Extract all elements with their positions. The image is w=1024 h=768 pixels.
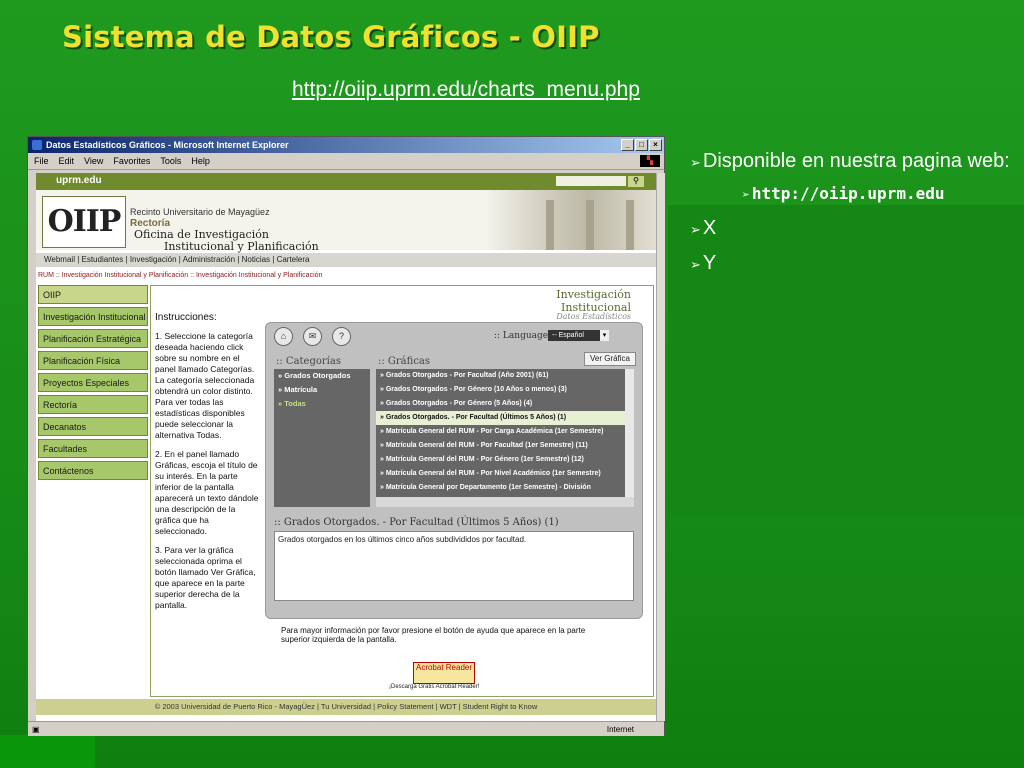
page-scrollbar[interactable]	[656, 173, 665, 721]
description-title: :: Grados Otorgados. - Por Facultad (Últ…	[274, 517, 559, 528]
bullet-url[interactable]: http://oiip.uprm.edu	[752, 184, 945, 203]
arrow-bullet-icon: ➢	[690, 222, 701, 237]
graphs-horizontal-scrollbar[interactable]	[376, 497, 634, 507]
mail-icon[interactable]: ✉	[303, 327, 322, 346]
sidebar-item-contactenos[interactable]: Contáctenos	[38, 461, 148, 480]
charts-app: ⌂ ✉ ? :: Language -- Español ▾ Ver Gráfi…	[265, 322, 643, 619]
page-icon: ▣	[32, 724, 40, 734]
sidebar-item-planificacion-estrategica[interactable]: Planificación Estratégica	[38, 329, 148, 348]
uprm-label[interactable]: uprm.edu	[56, 175, 102, 186]
building-columns-image	[486, 190, 656, 250]
search-icon[interactable]: ⚲	[628, 176, 644, 187]
web-page: uprm.edu ⚲ OIIP Recinto Universitario de…	[36, 173, 656, 721]
menu-tools[interactable]: Tools	[160, 156, 181, 166]
sidebar-item-rectoria[interactable]: Rectoría	[38, 395, 148, 414]
view-chart-button[interactable]: Ver Gráfica	[584, 352, 636, 366]
internet-explorer-icon	[32, 140, 42, 150]
instructions-title: Instrucciones:	[155, 312, 217, 323]
close-button[interactable]: ×	[649, 139, 662, 151]
category-item[interactable]: » Todas	[274, 397, 370, 411]
slide-url-link[interactable]: http://oiip.uprm.edu/charts_menu.php	[292, 78, 640, 102]
bullet-subitem: ➢ http://oiip.uprm.edu	[742, 184, 1010, 203]
instruction-step: 1. Seleccione la categoría deseada hacie…	[155, 331, 255, 440]
sidebar-item-proyectos[interactable]: Proyectos Especiales	[38, 373, 148, 392]
category-item[interactable]: » Matrícula	[274, 383, 370, 397]
graphs-vertical-scrollbar[interactable]	[625, 369, 634, 497]
graphs-title: :: Gráficas	[378, 356, 431, 367]
browser-window: Datos Estadísticos Gráficos - Microsoft …	[27, 136, 665, 736]
bullet-item: ➢ X	[690, 217, 1010, 240]
sidebar-item-facultades[interactable]: Facultades	[38, 439, 148, 458]
instruction-step: 2. En el panel llamado Gráficas, escoja …	[155, 449, 259, 536]
status-bar: ▣ Internet	[28, 721, 664, 736]
menu-view[interactable]: View	[84, 156, 103, 166]
bullet-text: X	[702, 217, 717, 239]
sidebar-item-oiip[interactable]: OIIP	[38, 285, 148, 304]
bullet-text: Y	[702, 252, 717, 274]
instructions-panel: Instrucciones: 1. Seleccione la categorí…	[155, 312, 259, 619]
arrow-bullet-icon: ➢	[690, 257, 701, 272]
acrobat-download-link[interactable]: ¡Descarga Gratis Acrobat Reader!	[389, 684, 479, 690]
graph-item[interactable]: » Matrícula General del RUM - Por Facult…	[376, 439, 634, 453]
graphs-list: » Grados Otorgados - Por Facultad (Año 2…	[376, 369, 634, 507]
oiip-logo[interactable]: OIIP	[42, 196, 126, 248]
windows-logo-icon: ▚	[640, 155, 660, 167]
site-navbar[interactable]: Webmail | Estudiantes | Investigación | …	[36, 253, 656, 267]
bullet-item: ➢ Y	[690, 252, 1010, 275]
maximize-button[interactable]: □	[635, 139, 648, 151]
arrow-bullet-icon: ➢	[690, 155, 701, 170]
sidebar: OIIP Investigación Institucional Planifi…	[38, 285, 148, 483]
content-header-title: Investigación Institucional	[556, 288, 631, 314]
graph-item-selected[interactable]: » Grados Otorgados. - Por Facultad (Últi…	[376, 411, 634, 425]
acrobat-reader-badge[interactable]: Acrobat Reader	[413, 662, 475, 684]
menu-edit[interactable]: Edit	[59, 156, 75, 166]
menu-help[interactable]: Help	[191, 156, 210, 166]
bullet-list: ➢ Disponible en nuestra pagina web: ➢ http…	[690, 146, 1010, 275]
menu-bar: File Edit View Favorites Tools Help ▚	[28, 153, 664, 170]
window-titlebar[interactable]: Datos Estadísticos Gráficos - Microsoft …	[28, 137, 664, 153]
graph-item[interactable]: » Grados Otorgados - Por Facultad (Año 2…	[376, 369, 634, 383]
help-icon[interactable]: ?	[332, 327, 351, 346]
bullet-item: ➢ Disponible en nuestra pagina web:	[690, 146, 1010, 178]
bullet-text: Disponible en nuestra pagina web:	[702, 150, 1010, 172]
uprm-topbar: uprm.edu ⚲	[36, 173, 656, 190]
site-search-input[interactable]	[556, 176, 626, 186]
instruction-step: 3. Para ver la gráfica seleccionada opri…	[155, 545, 256, 610]
categories-title: :: Categorías	[276, 356, 341, 367]
window-title: Datos Estadísticos Gráficos - Microsoft …	[46, 140, 289, 150]
language-select[interactable]: -- Español ▾	[548, 330, 609, 341]
breadcrumb[interactable]: RUM :: Investigación Institucional y Pla…	[36, 272, 322, 279]
categories-list: » Grados Otorgados » Matrícula » Todas	[274, 369, 370, 507]
minimize-button[interactable]: _	[621, 139, 634, 151]
home-icon[interactable]: ⌂	[274, 327, 293, 346]
header-office-2: Institucional y Planificación	[164, 240, 319, 253]
graph-item[interactable]: » Grados Otorgados - Por Género (5 Años)…	[376, 397, 634, 411]
sidebar-item-planificacion-fisica[interactable]: Planificación Física	[38, 351, 148, 370]
arrow-bullet-icon: ➢	[742, 188, 750, 203]
chevron-down-icon[interactable]: ▾	[600, 330, 609, 341]
status-zone: Internet	[606, 724, 634, 734]
content-header: Investigación Institucional Datos Estadí…	[511, 288, 631, 321]
main-content: Investigación Institucional Datos Estadí…	[150, 285, 654, 697]
category-item[interactable]: » Grados Otorgados	[274, 369, 370, 383]
language-label: :: Language	[494, 331, 549, 341]
graph-item[interactable]: » Grados Otorgados - Por Género (10 Años…	[376, 383, 634, 397]
description-box: Grados otorgados en los últimos cinco añ…	[274, 531, 634, 601]
menu-file[interactable]: File	[34, 156, 49, 166]
bottom-decoration	[0, 735, 95, 768]
graph-item[interactable]: » Matrícula General por Departamento (1e…	[376, 481, 634, 495]
sidebar-item-investigacion[interactable]: Investigación Institucional	[38, 307, 148, 326]
menu-favorites[interactable]: Favorites	[113, 156, 150, 166]
language-value: -- Español	[552, 332, 584, 339]
site-header: OIIP Recinto Universitario de Mayagüez R…	[36, 190, 656, 253]
sidebar-item-decanatos[interactable]: Decanatos	[38, 417, 148, 436]
content-header-subtitle: Datos Estadísticos	[556, 312, 631, 321]
site-footer: © 2003 Universidad de Puerto Rico - Maya…	[36, 699, 656, 715]
header-campus: Recinto Universitario de Mayagüez	[130, 207, 270, 217]
more-info-text: Para mayor información por favor presion…	[281, 626, 586, 644]
graph-item[interactable]: » Matrícula General del RUM - Por Nivel …	[376, 467, 634, 481]
graph-item[interactable]: » Matrícula General del RUM - Por Género…	[376, 453, 634, 467]
slide-title: Sistema de Datos Gráficos - OIIP	[62, 20, 600, 54]
graph-item[interactable]: » Matrícula General del RUM - Por Carga …	[376, 425, 634, 439]
